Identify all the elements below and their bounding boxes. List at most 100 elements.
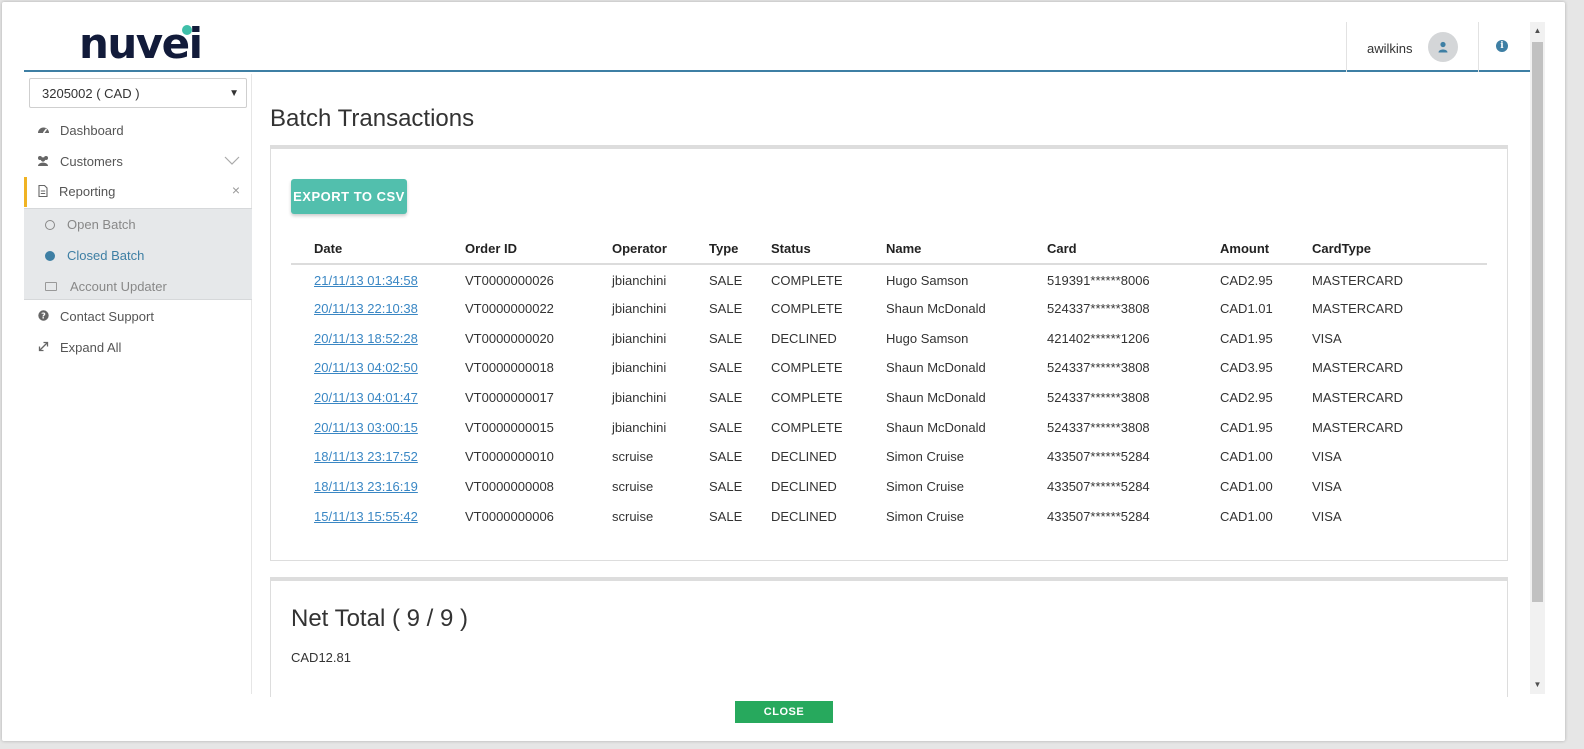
- dashboard-icon: [36, 124, 50, 138]
- type-cell: SALE: [709, 449, 743, 465]
- amount-cell: CAD2.95: [1220, 273, 1273, 289]
- operator-cell: jbianchini: [612, 390, 667, 406]
- table-row: 20/11/13 04:01:47 VT0000000017 jbianchin…: [291, 383, 1487, 413]
- name-cell: Simon Cruise: [886, 449, 965, 465]
- transaction-date-link[interactable]: 20/11/13 04:02:50: [314, 360, 418, 375]
- transaction-date-link[interactable]: 15/11/13 15:55:42: [314, 509, 418, 524]
- column-header-name[interactable]: Name: [886, 234, 1047, 265]
- order-id-cell: VT0000000022: [465, 301, 554, 317]
- column-header-status[interactable]: Status: [771, 234, 886, 265]
- name-cell: Hugo Samson: [886, 330, 969, 346]
- type-cell: SALE: [709, 390, 743, 406]
- type-cell: SALE: [709, 479, 743, 495]
- amount-cell: CAD1.95: [1220, 330, 1273, 346]
- column-header-order-id[interactable]: Order ID: [465, 234, 612, 265]
- column-header-card[interactable]: Card: [1047, 234, 1220, 265]
- scroll-down-icon[interactable]: ▼: [1530, 678, 1545, 692]
- cardtype-cell: MASTERCARD: [1312, 301, 1404, 317]
- cardtype-cell: VISA: [1312, 330, 1342, 346]
- scroll-up-icon[interactable]: ▲: [1530, 24, 1545, 38]
- order-id-cell: VT0000000010: [465, 449, 554, 465]
- sidebar-item-customers[interactable]: Customers: [24, 147, 252, 177]
- name-cell: Simon Cruise: [886, 479, 965, 495]
- chevron-down-icon[interactable]: [224, 153, 240, 169]
- operator-cell: jbianchini: [612, 301, 667, 317]
- card-cell: 433507******5284: [1047, 508, 1150, 524]
- status-cell: DECLINED: [771, 479, 837, 495]
- column-header-cardtype[interactable]: CardType: [1312, 234, 1487, 265]
- export-csv-button[interactable]: EXPORT TO CSV: [291, 179, 407, 214]
- reporting-submenu: Open Batch Closed Batch Account Updater: [24, 208, 252, 300]
- order-id-cell: VT0000000015: [465, 419, 554, 435]
- sidebar-item-open-batch[interactable]: Open Batch: [24, 209, 252, 239]
- amount-cell: CAD1.00: [1220, 479, 1273, 495]
- table-row: 20/11/13 18:52:28 VT0000000020 jbianchin…: [291, 323, 1487, 353]
- operator-cell: jbianchini: [612, 419, 667, 435]
- sidebar-item-dashboard[interactable]: Dashboard: [24, 116, 252, 146]
- operator-cell: scruise: [612, 508, 654, 524]
- sidebar-item-account-updater[interactable]: Account Updater: [24, 271, 252, 301]
- expand-icon: [36, 341, 50, 355]
- table-row: 20/11/13 04:02:50 VT0000000018 jbianchin…: [291, 353, 1487, 383]
- type-cell: SALE: [709, 360, 743, 376]
- type-cell: SALE: [709, 301, 743, 317]
- amount-cell: CAD1.95: [1220, 419, 1273, 435]
- card-cell: 524337******3808: [1047, 419, 1150, 435]
- column-header-operator[interactable]: Operator: [612, 234, 709, 265]
- sidebar-item-label: Contact Support: [60, 309, 154, 324]
- transaction-date-link[interactable]: 18/11/13 23:17:52: [314, 449, 418, 464]
- vertical-scrollbar[interactable]: ▲ ▼: [1530, 22, 1545, 694]
- sidebar-item-label: Expand All: [60, 340, 122, 355]
- transaction-date-link[interactable]: 20/11/13 03:00:15: [314, 420, 418, 435]
- order-id-cell: VT0000000017: [465, 390, 554, 406]
- column-header-amount[interactable]: Amount: [1220, 234, 1312, 265]
- logo-dot: [182, 25, 192, 35]
- card-cell: 519391******8006: [1047, 273, 1150, 289]
- sidebar-item-expand-all[interactable]: Expand All: [24, 333, 252, 363]
- operator-cell: jbianchini: [612, 273, 667, 289]
- svg-text:?: ?: [41, 312, 46, 321]
- page-title: Batch Transactions: [270, 105, 475, 132]
- close-button[interactable]: CLOSE: [735, 701, 833, 723]
- sidebar-item-closed-batch[interactable]: Closed Batch: [24, 240, 252, 270]
- sidebar-item-contact-support[interactable]: ? Contact Support: [24, 302, 252, 332]
- sidebar-item-label: Open Batch: [67, 217, 136, 232]
- net-total-title: Net Total ( 9 / 9 ): [291, 605, 468, 632]
- transaction-date-link[interactable]: 20/11/13 18:52:28: [314, 331, 418, 346]
- column-header-date[interactable]: Date: [291, 234, 465, 265]
- status-cell: DECLINED: [771, 330, 837, 346]
- transaction-date-link[interactable]: 21/11/13 01:34:58: [314, 273, 418, 288]
- name-cell: Shaun McDonald: [886, 360, 986, 376]
- card-cell: 524337******3808: [1047, 301, 1150, 317]
- user-icon[interactable]: [1428, 32, 1458, 62]
- name-cell: Hugo Samson: [886, 273, 969, 289]
- column-header-type[interactable]: Type: [709, 234, 771, 265]
- table-row: 15/11/13 15:55:42 VT0000000006 scruise S…: [291, 502, 1487, 532]
- user-menu[interactable]: awilkins: [1346, 22, 1479, 72]
- transaction-date-link[interactable]: 20/11/13 04:01:47: [314, 390, 418, 405]
- circle-icon: [45, 220, 55, 230]
- order-id-cell: VT0000000006: [465, 508, 554, 524]
- sidebar: 3205002 ( CAD ) ▼ Dashboard Customers Re…: [24, 74, 252, 694]
- info-icon[interactable]: i: [1496, 40, 1508, 52]
- account-select[interactable]: 3205002 ( CAD ) ▼: [29, 78, 247, 108]
- table-row: 20/11/13 22:10:38 VT0000000022 jbianchin…: [291, 294, 1487, 324]
- circle-filled-icon: [45, 251, 55, 261]
- type-cell: SALE: [709, 419, 743, 435]
- type-cell: SALE: [709, 273, 743, 289]
- transaction-date-link[interactable]: 18/11/13 23:16:19: [314, 479, 418, 494]
- table-row: 18/11/13 23:16:19 VT0000000008 scruise S…: [291, 472, 1487, 502]
- operator-cell: scruise: [612, 449, 654, 465]
- cardtype-cell: VISA: [1312, 479, 1342, 495]
- operator-cell: scruise: [612, 479, 654, 495]
- transaction-date-link[interactable]: 20/11/13 22:10:38: [314, 301, 418, 316]
- sidebar-item-reporting[interactable]: Reporting ×: [24, 177, 252, 207]
- status-cell: COMPLETE: [771, 273, 843, 289]
- close-icon[interactable]: ×: [232, 182, 240, 198]
- status-cell: DECLINED: [771, 508, 837, 524]
- card-cell: 433507******5284: [1047, 479, 1150, 495]
- type-cell: SALE: [709, 330, 743, 346]
- cardtype-cell: VISA: [1312, 449, 1342, 465]
- scroll-thumb[interactable]: [1532, 42, 1543, 602]
- name-cell: Shaun McDonald: [886, 390, 986, 406]
